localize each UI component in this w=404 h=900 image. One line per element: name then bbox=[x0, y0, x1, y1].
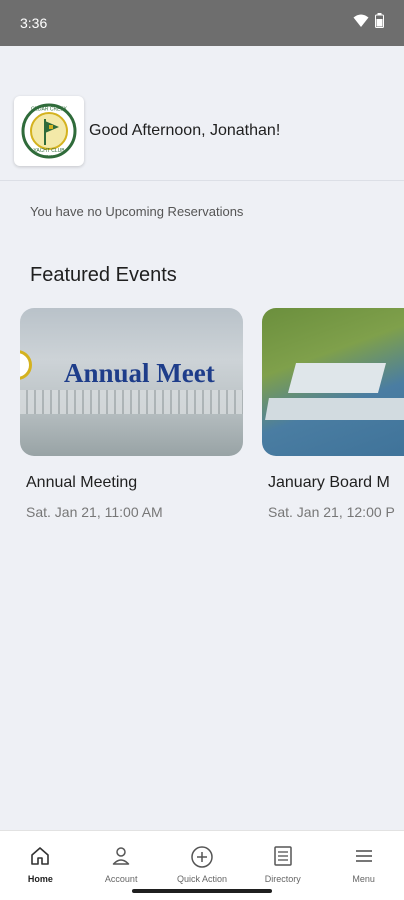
greeting-text: Good Afternoon, Jonathan! bbox=[89, 122, 281, 139]
list-icon bbox=[274, 846, 292, 866]
nav-home[interactable]: Home bbox=[0, 831, 81, 886]
event-date: Sat. Jan 21, 12:00 P bbox=[268, 504, 395, 520]
nav-label: Quick Action bbox=[176, 874, 227, 884]
nav-label: Menu bbox=[352, 874, 375, 884]
gesture-bar[interactable] bbox=[132, 889, 272, 893]
image-roof bbox=[287, 363, 387, 393]
plus-circle-icon bbox=[191, 846, 213, 868]
person-icon bbox=[112, 847, 130, 865]
bottom-nav: Home Account Quick Action Directory Menu bbox=[0, 830, 404, 886]
image-roof bbox=[265, 398, 404, 420]
club-logo: CEDAR CREEK YACHT CLUB EST. 1984 bbox=[14, 96, 84, 166]
nav-label: Home bbox=[27, 874, 53, 884]
featured-events-carousel[interactable]: Annual Meet Annual Meeting Sat. Jan 21, … bbox=[20, 308, 404, 538]
nav-quick-action[interactable]: Quick Action bbox=[162, 831, 243, 886]
event-name: January Board M bbox=[268, 474, 390, 491]
status-icons bbox=[353, 13, 384, 28]
event-image: Annual Meet bbox=[20, 308, 243, 456]
event-card-annual-meeting[interactable]: Annual Meet Annual Meeting Sat. Jan 21, … bbox=[20, 308, 243, 520]
nav-label: Directory bbox=[264, 874, 301, 884]
status-bar: 3:36 bbox=[0, 0, 404, 46]
greeting-header: CEDAR CREEK YACHT CLUB EST. 1984 Good Af… bbox=[0, 96, 404, 181]
featured-events-title: Featured Events bbox=[30, 264, 177, 286]
wifi-icon bbox=[353, 14, 369, 27]
hamburger-menu-icon bbox=[355, 850, 372, 862]
nav-directory[interactable]: Directory bbox=[242, 831, 323, 886]
battery-icon bbox=[375, 13, 384, 28]
status-time: 3:36 bbox=[20, 15, 48, 31]
home-icon bbox=[31, 847, 50, 865]
event-name: Annual Meeting bbox=[26, 474, 138, 491]
nav-menu[interactable]: Menu bbox=[323, 831, 404, 886]
event-image-text: Annual Meet bbox=[64, 358, 215, 388]
reservations-message: You have no Upcoming Reservations bbox=[30, 204, 244, 219]
event-date: Sat. Jan 21, 11:00 AM bbox=[26, 504, 163, 520]
event-card-january-board[interactable]: January Board M Sat. Jan 21, 12:00 P bbox=[262, 308, 404, 520]
image-badge bbox=[20, 350, 32, 380]
nav-account[interactable]: Account bbox=[81, 831, 162, 886]
image-dock bbox=[20, 390, 243, 414]
logo-text-est: EST. 1984 bbox=[42, 154, 56, 158]
club-logo-emblem: CEDAR CREEK YACHT CLUB EST. 1984 bbox=[21, 103, 77, 159]
logo-text-top: CEDAR CREEK bbox=[31, 107, 68, 113]
event-image bbox=[262, 308, 404, 456]
nav-label: Account bbox=[104, 874, 138, 884]
